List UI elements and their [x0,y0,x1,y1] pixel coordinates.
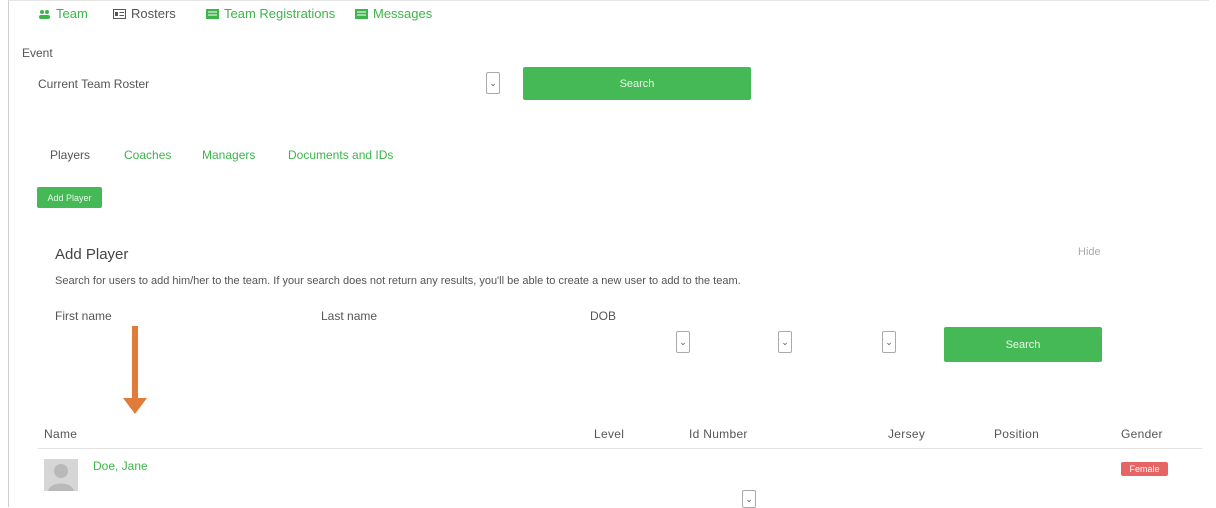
event-search-label: Search [619,77,655,90]
add-player-title: Add Player [55,246,129,263]
table-header-divider [38,448,1202,449]
chevron-down-icon: ⌄ [489,77,497,88]
add-player-button-label: Add Player [47,192,92,203]
tab-players[interactable]: Players [50,148,90,162]
dob-month-select[interactable]: ⌄ [676,331,690,353]
dob-label: DOB [590,309,617,323]
annotation-arrow-icon [123,326,147,414]
nav-rosters-label: Rosters [131,6,176,21]
nav-team-label: Team [56,6,88,21]
gender-badge: Female [1121,462,1168,476]
column-header-gender[interactable]: Gender [1121,427,1163,441]
column-header-level[interactable]: Level [594,427,624,441]
tab-coaches[interactable]: Coaches [124,148,171,162]
first-name-label: First name [55,309,112,323]
column-header-jersey[interactable]: Jersey [888,427,925,441]
gender-badge-label: Female [1129,464,1160,474]
event-select[interactable]: Current Team Roster [38,77,149,91]
player-name-link[interactable]: Doe, Jane [93,459,148,473]
nav-rosters[interactable]: Rosters [113,6,176,21]
id-card-icon [113,8,126,19]
chevron-down-icon: ⌄ [745,493,753,504]
player-search-label: Search [1005,338,1041,351]
nav-team[interactable]: Team [38,6,88,21]
nav-messages-label: Messages [373,6,433,21]
tab-documents-and-ids[interactable]: Documents and IDs [288,148,393,162]
nav-team-registrations-label: Team Registrations [224,6,336,21]
last-name-label: Last name [321,309,378,323]
list-icon [355,8,368,19]
nav-team-registrations[interactable]: Team Registrations [206,6,335,21]
add-player-description: Search for users to add him/her to the t… [55,275,741,287]
row-action-select[interactable]: ⌄ [742,490,756,508]
user-silhouette-icon [48,464,74,491]
tab-managers[interactable]: Managers [202,148,255,162]
event-dropdown[interactable]: ⌄ [486,72,500,94]
event-label: Event [22,46,53,60]
avatar [44,459,78,491]
chevron-down-icon: ⌄ [885,336,893,347]
add-player-button[interactable]: Add Player [37,187,102,208]
hide-link[interactable]: Hide [1078,246,1101,258]
list-icon [206,8,219,19]
player-search-button[interactable]: Search [944,327,1102,362]
column-header-id-number[interactable]: Id Number [689,427,748,441]
dob-day-select[interactable]: ⌄ [778,331,792,353]
chevron-down-icon: ⌄ [679,336,687,347]
nav-messages[interactable]: Messages [355,6,432,21]
dob-year-select[interactable]: ⌄ [882,331,896,353]
column-header-name[interactable]: Name [44,427,77,441]
column-header-position[interactable]: Position [994,427,1039,441]
event-search-button[interactable]: Search [523,67,751,100]
group-icon [39,9,50,19]
chevron-down-icon: ⌄ [781,336,789,347]
